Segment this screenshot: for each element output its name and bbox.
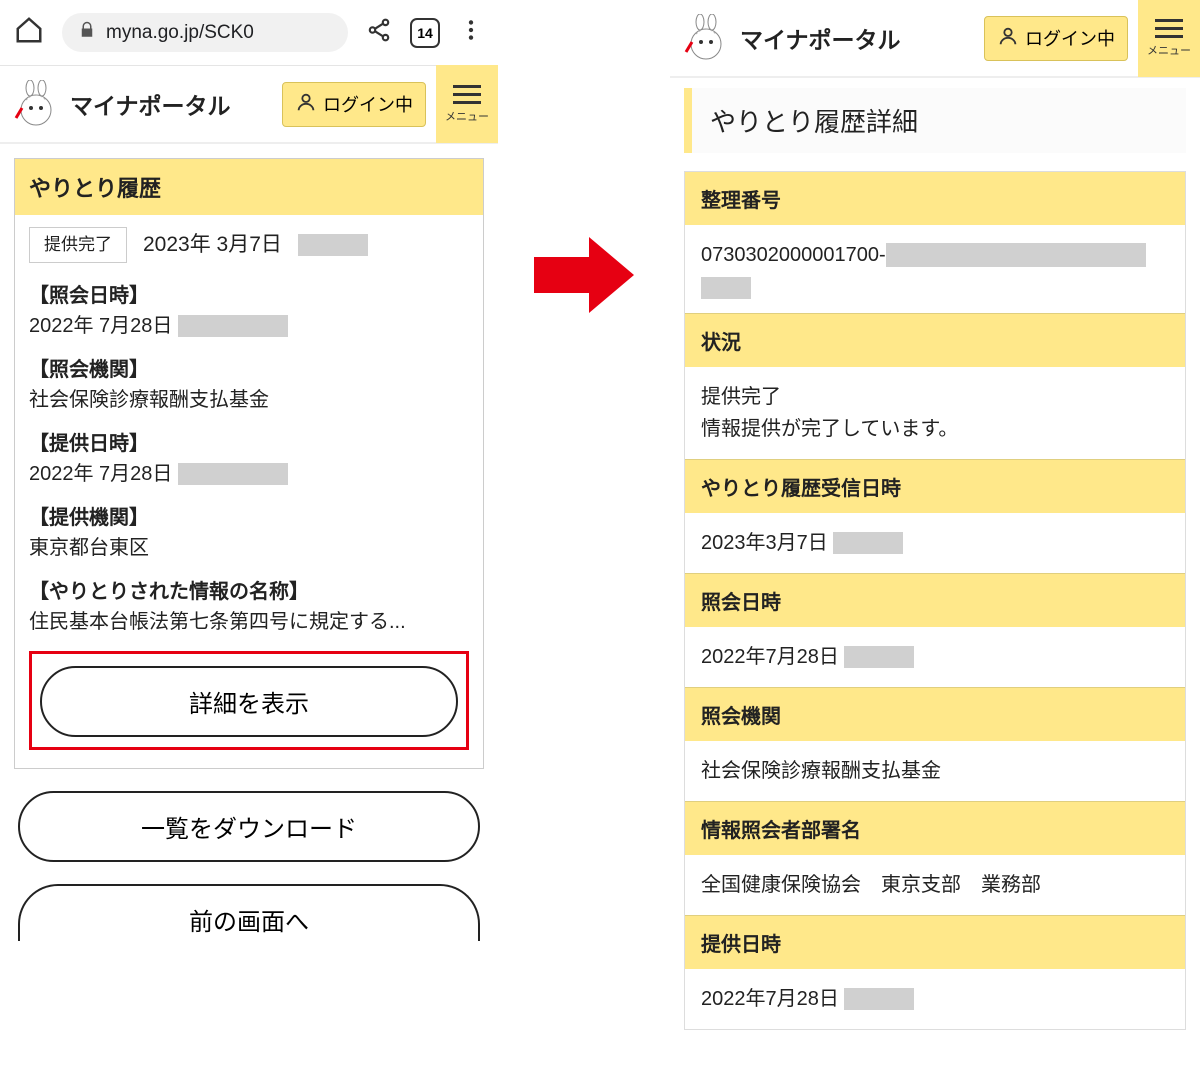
provide-org-field: 【提供機関】 東京都台東区 <box>29 503 469 563</box>
arrow-column <box>498 0 670 550</box>
app-header: マイナポータル ログイン中 メニュー <box>670 0 1200 78</box>
right-content: やりとり履歴詳細 整理番号 0730302000001700- 状況 提供完了 … <box>670 88 1200 1030</box>
share-icon[interactable] <box>366 17 392 48</box>
ref-no-value: 0730302000001700- <box>685 225 1185 313</box>
tabs-badge[interactable]: 14 <box>410 18 440 48</box>
user-icon <box>997 25 1019 52</box>
field-value: 社会保険診療報酬支払基金 <box>29 385 469 415</box>
arrow-right-icon <box>534 235 634 315</box>
login-status-badge[interactable]: ログイン中 <box>984 16 1128 61</box>
home-icon[interactable] <box>14 15 44 50</box>
redacted-block <box>833 532 903 554</box>
field-label: 【提供日時】 <box>29 429 469 459</box>
rabbit-logo-icon <box>12 80 60 128</box>
status-row: 提供完了 2023年 3月7日 <box>29 227 469 263</box>
recv-date-value: 2023年3月7日 <box>685 513 1185 573</box>
status-line2: 情報提供が完了しています。 <box>701 413 1169 445</box>
field-value: 東京都台東区 <box>29 533 469 563</box>
page-title-wrap: やりとり履歴詳細 <box>684 88 1186 153</box>
inquiry-org-value: 社会保険診療報酬支払基金 <box>685 741 1185 801</box>
history-card: やりとり履歴 提供完了 2023年 3月7日 【照会日時】 2022年 7月28… <box>14 158 484 769</box>
status-chip: 提供完了 <box>29 227 127 263</box>
redacted-block <box>298 234 368 256</box>
ref-no-label: 整理番号 <box>685 172 1185 225</box>
login-status-badge[interactable]: ログイン中 <box>282 82 426 127</box>
field-label: 【照会日時】 <box>29 281 469 311</box>
recv-date-text: 2023年3月7日 <box>701 527 828 559</box>
provide-date-value: 2022年7月28日 <box>685 969 1185 1029</box>
ref-no-text: 0730302000001700- <box>701 239 886 271</box>
menu-button[interactable]: メニュー <box>436 65 498 143</box>
recv-date-label: やりとり履歴受信日時 <box>685 459 1185 513</box>
inquiry-date-label: 照会日時 <box>685 573 1185 627</box>
field-value: 2022年 7月28日 <box>29 311 469 341</box>
field-label: 【やりとりされた情報の名称】 <box>29 577 469 607</box>
card-body: 提供完了 2023年 3月7日 【照会日時】 2022年 7月28日 【照会機関… <box>15 215 483 768</box>
redacted-block <box>886 243 1146 267</box>
status-value: 提供完了 情報提供が完了しています。 <box>685 367 1185 459</box>
dept-label: 情報照会者部署名 <box>685 801 1185 855</box>
field-label: 【照会機関】 <box>29 355 469 385</box>
field-value: 2022年 7月28日 <box>29 459 469 489</box>
highlight-box: 詳細を表示 <box>29 651 469 750</box>
dept-value: 全国健康保険協会 東京支部 業務部 <box>685 855 1185 915</box>
download-button[interactable]: 一覧をダウンロード <box>18 791 480 862</box>
redacted-block <box>844 988 914 1010</box>
provide-date-field: 【提供日時】 2022年 7月28日 <box>29 429 469 489</box>
detail-button[interactable]: 詳細を表示 <box>40 666 458 737</box>
hamburger-icon <box>453 85 481 104</box>
browser-bar: myna.go.jp/SCK0 14 <box>0 0 498 66</box>
inquiry-date-value: 2022年 7月28日 <box>29 315 172 337</box>
app-title: マイナポータル <box>740 21 974 55</box>
menu-button[interactable]: メニュー <box>1138 0 1200 77</box>
info-name-field: 【やりとりされた情報の名称】 住民基本台帳法第七条第四号に規定する... <box>29 577 469 637</box>
field-value: 住民基本台帳法第七条第四号に規定する... <box>29 607 469 637</box>
inquiry-org-field: 【照会機関】 社会保険診療報酬支払基金 <box>29 355 469 415</box>
redacted-block <box>178 463 288 485</box>
lock-icon <box>78 21 96 44</box>
main-date: 2023年 3月7日 <box>143 229 282 261</box>
provide-date-text: 2022年7月28日 <box>701 983 839 1015</box>
back-button[interactable]: 前の画面へ <box>18 884 480 941</box>
field-label: 【提供機関】 <box>29 503 469 533</box>
inquiry-date-field: 【照会日時】 2022年 7月28日 <box>29 281 469 341</box>
detail-table: 整理番号 0730302000001700- 状況 提供完了 情報提供が完了して… <box>684 171 1186 1030</box>
redacted-block <box>701 277 751 299</box>
card-title: やりとり履歴 <box>15 159 483 215</box>
rabbit-logo-icon <box>682 14 730 62</box>
url-text: myna.go.jp/SCK0 <box>106 22 254 44</box>
left-content: やりとり履歴 提供完了 2023年 3月7日 【照会日時】 2022年 7月28… <box>0 144 498 955</box>
status-line1: 提供完了 <box>701 381 1169 413</box>
redacted-block <box>178 315 288 337</box>
inquiry-date-value: 2022年7月28日 <box>685 627 1185 687</box>
login-status-text: ログイン中 <box>1025 25 1115 51</box>
menu-label: メニュー <box>445 108 489 124</box>
url-bar[interactable]: myna.go.jp/SCK0 <box>62 13 348 52</box>
right-screen: マイナポータル ログイン中 メニュー やりとり履歴詳細 整理番号 0730302… <box>670 0 1200 1030</box>
redacted-block <box>844 646 914 668</box>
inquiry-org-label: 照会機関 <box>685 687 1185 741</box>
inquiry-date-text: 2022年7月28日 <box>701 641 839 673</box>
login-status-text: ログイン中 <box>323 91 413 117</box>
page-title: やりとり履歴詳細 <box>710 102 1172 139</box>
left-screen: myna.go.jp/SCK0 14 マイナポータル ログイン中 <box>0 0 498 955</box>
more-icon[interactable] <box>458 17 484 48</box>
app-header: マイナポータル ログイン中 メニュー <box>0 66 498 144</box>
app-title: マイナポータル <box>70 87 272 121</box>
user-icon <box>295 91 317 118</box>
provide-date-label: 提供日時 <box>685 915 1185 969</box>
menu-label: メニュー <box>1147 42 1191 58</box>
status-label: 状況 <box>685 313 1185 367</box>
hamburger-icon <box>1155 19 1183 38</box>
provide-date-value: 2022年 7月28日 <box>29 463 172 485</box>
